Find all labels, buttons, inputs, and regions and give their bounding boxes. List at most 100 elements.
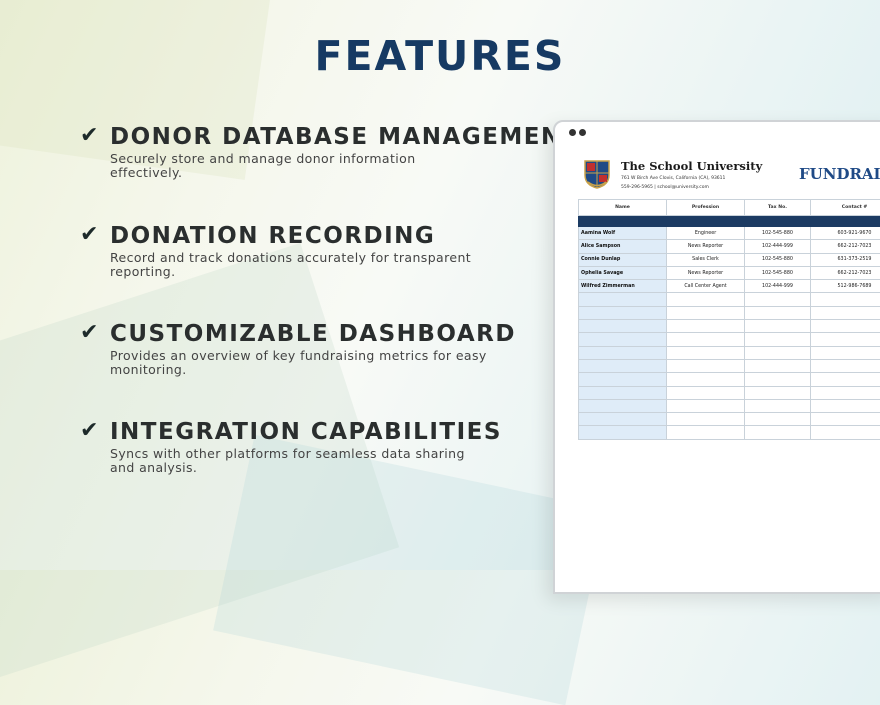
table-row [579, 333, 880, 346]
table-row: Alice SampsonNews Reporter102-444-999662… [579, 240, 880, 253]
table-cell [811, 386, 880, 399]
table-cell [745, 346, 811, 359]
table-cell [811, 426, 880, 439]
table-cell [579, 373, 667, 386]
column-header: Profession [667, 200, 745, 216]
table-cell: 102-545-880 [745, 227, 811, 240]
table-cell [579, 306, 667, 319]
table-cell: 102-545-880 [745, 253, 811, 266]
table-cell [745, 373, 811, 386]
table-cell: News Reporter [667, 240, 745, 253]
table-cell [745, 320, 811, 333]
table-cell [667, 333, 745, 346]
table-cell: News Reporter [667, 266, 745, 279]
table-cell [745, 306, 811, 319]
table-cell: 603-921-9670 [811, 227, 880, 240]
table-cell [745, 359, 811, 372]
feature-description: Securely store and manage donor informat… [110, 152, 490, 179]
table-row [579, 359, 880, 372]
table-cell [667, 306, 745, 319]
table-row [579, 399, 880, 412]
table-cell [667, 386, 745, 399]
header-band [579, 216, 880, 227]
table-cell: Engineer [667, 227, 745, 240]
table-cell [745, 413, 811, 426]
table-cell [579, 333, 667, 346]
column-header: Contact # [811, 200, 880, 216]
check-icon: ✔ [80, 223, 100, 247]
table-row: Connie DunlapSales Clerk102-545-880631-3… [579, 253, 880, 266]
table-cell [667, 399, 745, 412]
table-row [579, 426, 880, 439]
university-address: 761 W Birch Ave Clovis, California (CA),… [621, 176, 725, 181]
table-cell: Call Center Agent [667, 280, 745, 293]
table-cell [667, 346, 745, 359]
table-cell [745, 426, 811, 439]
university-crest-icon [584, 159, 610, 189]
feature-title: DONATION RECORDING [110, 222, 435, 250]
table-cell [667, 359, 745, 372]
table-cell: Wilfred Zimmerman [579, 280, 667, 293]
table-cell [667, 413, 745, 426]
table-row [579, 346, 880, 359]
donor-table: Name Profession Tax No. Contact # Aamina… [578, 199, 880, 440]
table-cell [745, 293, 811, 306]
table-cell [811, 320, 880, 333]
table-cell: 102-444-999 [745, 240, 811, 253]
feature-title: CUSTOMIZABLE DASHBOARD [110, 320, 516, 348]
table-cell [667, 426, 745, 439]
table-cell: 631-373-2519 [811, 253, 880, 266]
table-cell [579, 386, 667, 399]
table-cell [745, 333, 811, 346]
table-cell [579, 413, 667, 426]
feature-title: INTEGRATION CAPABILITIES [110, 418, 502, 446]
table-cell [745, 386, 811, 399]
table-row [579, 386, 880, 399]
table-cell [745, 399, 811, 412]
table-cell [811, 399, 880, 412]
table-cell [667, 320, 745, 333]
check-icon: ✔ [80, 124, 100, 148]
table-cell [667, 373, 745, 386]
table-row [579, 320, 880, 333]
check-icon: ✔ [80, 321, 100, 345]
table-cell: 512-986-7689 [811, 280, 880, 293]
table-row: Ophelia SavageNews Reporter102-545-88066… [579, 266, 880, 279]
sheet-title: FUNDRAIS [799, 165, 880, 183]
table-cell [579, 320, 667, 333]
spreadsheet-preview-window: The School University 761 W Birch Ave Cl… [553, 120, 880, 594]
table-cell [811, 306, 880, 319]
university-contact: 559-296-5965 | school@university.com [621, 185, 709, 190]
table-row [579, 373, 880, 386]
feature-description: Syncs with other platforms for seamless … [110, 447, 490, 474]
university-name: The School University [621, 159, 762, 173]
table-cell: 102-545-880 [745, 266, 811, 279]
table-row: Aamina WolfEngineer102-545-880603-921-96… [579, 227, 880, 240]
table-cell [811, 373, 880, 386]
table-cell: Sales Clerk [667, 253, 745, 266]
table-cell [579, 293, 667, 306]
feature-description: Provides an overview of key fundraising … [110, 349, 490, 376]
table-cell: Alice Sampson [579, 240, 667, 253]
table-row: Wilfred ZimmermanCall Center Agent102-44… [579, 280, 880, 293]
table-cell: 662-212-7023 [811, 266, 880, 279]
column-header: Tax No. [745, 200, 811, 216]
page-title: FEATURES [0, 32, 880, 80]
table-cell [811, 293, 880, 306]
table-cell [811, 359, 880, 372]
table-cell [811, 346, 880, 359]
feature-description: Record and track donations accurately fo… [110, 251, 490, 278]
check-icon: ✔ [80, 419, 100, 443]
spreadsheet-sheet: The School University 761 W Birch Ave Cl… [555, 122, 880, 592]
table-cell: Ophelia Savage [579, 266, 667, 279]
table-cell [667, 293, 745, 306]
table-row [579, 293, 880, 306]
table-cell: Aamina Wolf [579, 227, 667, 240]
table-cell [811, 413, 880, 426]
column-header: Name [579, 200, 667, 216]
table-row [579, 306, 880, 319]
table-cell [579, 426, 667, 439]
table-row [579, 413, 880, 426]
table-cell [579, 359, 667, 372]
table-cell: 102-444-999 [745, 280, 811, 293]
